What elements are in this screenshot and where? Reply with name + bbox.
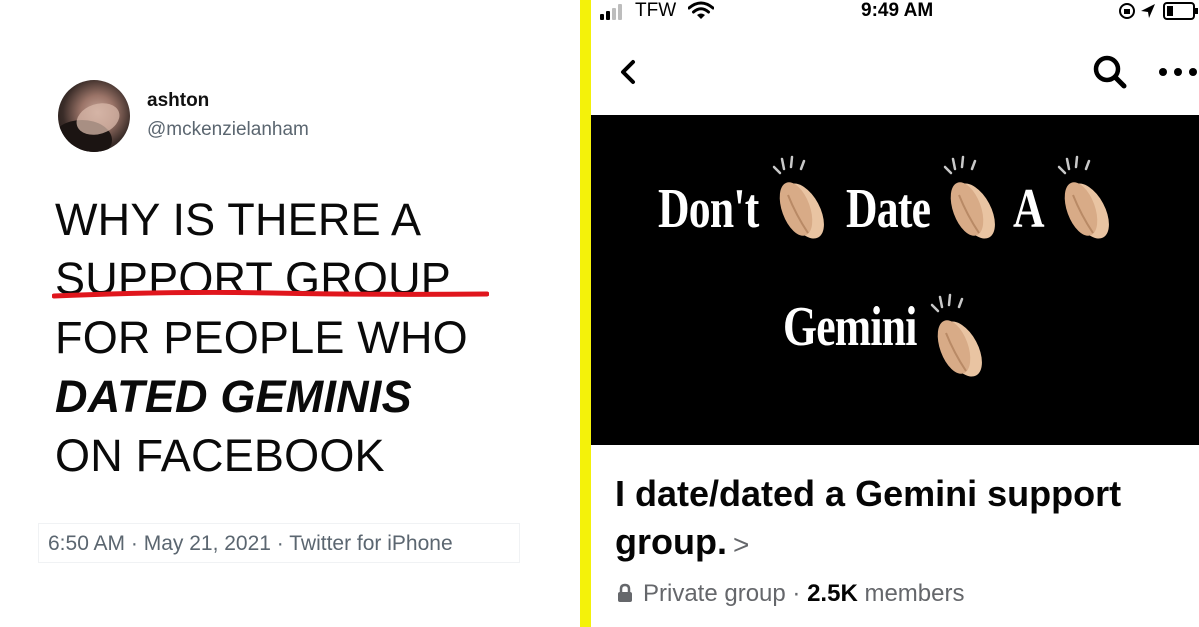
wifi-icon xyxy=(688,1,714,19)
group-title-line-2: group. xyxy=(615,521,727,562)
rotation-lock-icon xyxy=(1119,3,1135,19)
location-icon xyxy=(1141,4,1155,18)
back-chevron-icon[interactable] xyxy=(615,56,641,88)
display-name[interactable]: ashton xyxy=(147,90,209,112)
search-icon[interactable] xyxy=(1091,54,1131,90)
cover-word-gemini: Gemini xyxy=(783,296,917,358)
members-label: members xyxy=(857,580,965,607)
battery-icon xyxy=(1163,2,1198,20)
status-time: 9:49 AM xyxy=(861,0,934,21)
clapping-hands-icon xyxy=(1057,155,1109,239)
tweet-line-5: ON FACEBOOK xyxy=(55,430,385,481)
yellow-divider xyxy=(580,0,591,627)
user-handle[interactable]: @mckenzielanham xyxy=(147,119,309,141)
phone-screenshot: TFW 9:49 AM Don't Date A Gemini I date/d… xyxy=(591,0,1199,627)
clapping-hands-icon xyxy=(943,155,995,239)
member-count: 2.5K xyxy=(807,580,858,607)
clapping-hands-icon xyxy=(930,293,982,377)
status-bar: TFW 9:49 AM xyxy=(591,0,1199,24)
clapping-hands-icon xyxy=(772,155,824,239)
cover-word-date: Date xyxy=(846,178,931,240)
tweet-line-3: FOR PEOPLE WHO xyxy=(55,312,468,363)
cover-word-dont: Don't xyxy=(658,178,759,240)
group-title[interactable]: I date/dated a Gemini support group. > xyxy=(615,470,1185,569)
nav-bar xyxy=(591,44,1199,100)
tweet-card: ashton @mckenzielanham WHY IS THERE A SU… xyxy=(0,0,580,627)
meta-separator: · xyxy=(785,580,808,607)
red-underline-mark xyxy=(52,290,489,299)
group-title-line-1: I date/dated a Gemini support xyxy=(615,473,1122,514)
cover-word-a: A xyxy=(1013,178,1045,240)
more-options-icon[interactable] xyxy=(1157,60,1199,84)
tweet-line-4: DATED GEMINIS xyxy=(55,371,412,422)
chevron-right-icon: > xyxy=(732,529,750,560)
group-privacy: Private group xyxy=(643,580,786,607)
signal-icon xyxy=(600,4,626,20)
tweet-timestamp[interactable]: 6:50 AM · May 21, 2021 · Twitter for iPh… xyxy=(38,523,520,563)
tweet-text: WHY IS THERE A SUPPORT GROUP FOR PEOPLE … xyxy=(55,190,555,485)
group-meta: Private group · 2.5K members xyxy=(617,580,964,608)
tweet-line-2: SUPPORT GROUP xyxy=(55,253,452,304)
avatar[interactable] xyxy=(58,80,130,152)
carrier-name: TFW xyxy=(635,0,677,21)
lock-icon xyxy=(618,583,632,602)
group-cover-photo[interactable]: Don't Date A Gemini xyxy=(591,115,1199,445)
status-right-icons xyxy=(1119,2,1198,20)
tweet-line-1: WHY IS THERE A xyxy=(55,194,422,245)
